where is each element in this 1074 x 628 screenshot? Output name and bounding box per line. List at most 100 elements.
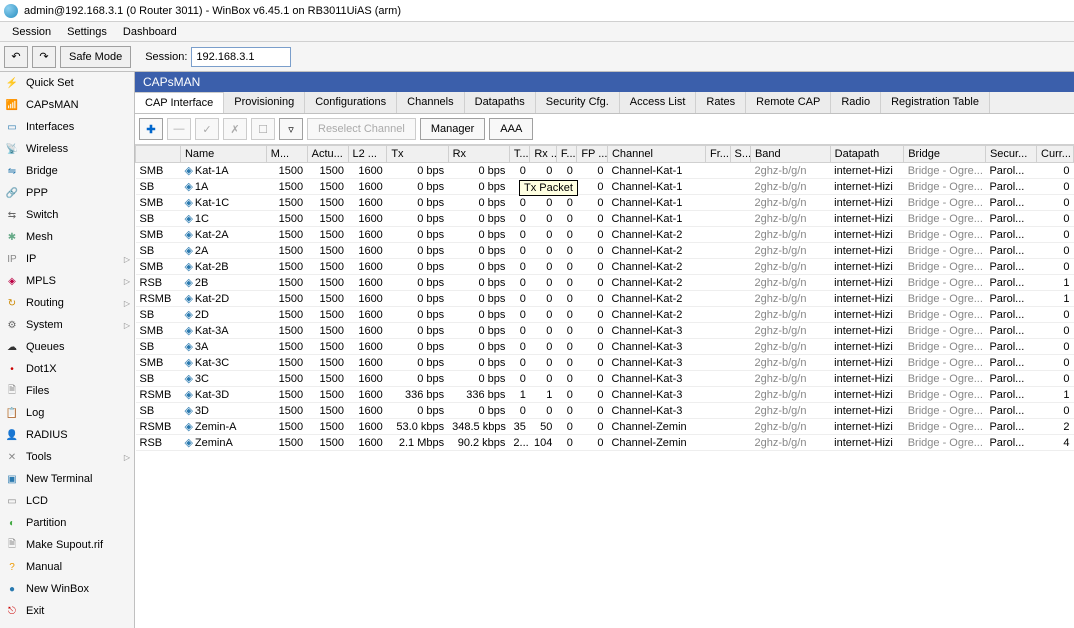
sidebar-item-label: IP — [26, 253, 36, 265]
menu-dashboard[interactable]: Dashboard — [115, 26, 185, 38]
sidebar-item-files[interactable]: 🗎Files — [0, 380, 134, 402]
enable-button[interactable]: ✓ — [195, 118, 219, 140]
sidebar-item-lcd[interactable]: ▭LCD — [0, 490, 134, 512]
table-row[interactable]: SB◈2A1500150016000 bps0 bps0000Channel-K… — [136, 243, 1074, 259]
table-row[interactable]: SMB◈Kat-2B1500150016000 bps0 bps0000Chan… — [136, 259, 1074, 275]
sidebar-icon: ▭ — [4, 119, 20, 135]
column-header[interactable]: FP ... — [577, 146, 608, 163]
table-row[interactable]: SB◈3C1500150016000 bps0 bps0000Channel-K… — [136, 371, 1074, 387]
filter-button[interactable]: ▿ — [279, 118, 303, 140]
table-row[interactable]: SMB◈Kat-1A1500150016000 bps0 bps0000Chan… — [136, 163, 1074, 179]
sidebar-item-bridge[interactable]: ⇋Bridge — [0, 160, 134, 182]
column-header[interactable]: Name — [180, 146, 266, 163]
tab-rates[interactable]: Rates — [696, 92, 746, 113]
disable-button[interactable]: ✗ — [223, 118, 247, 140]
table-row[interactable]: SMB◈Kat-3A1500150016000 bps0 bps0000Chan… — [136, 323, 1074, 339]
column-header[interactable]: Rx — [448, 146, 509, 163]
table-row[interactable]: RSMB◈Kat-3D150015001600336 bps336 bps110… — [136, 387, 1074, 403]
sidebar-item-mesh[interactable]: ✱Mesh — [0, 226, 134, 248]
sidebar-item-new-terminal[interactable]: ▣New Terminal — [0, 468, 134, 490]
column-header[interactable]: Rx ... — [530, 146, 557, 163]
session-input[interactable] — [191, 47, 291, 67]
table-row[interactable]: SB◈2D1500150016000 bps0 bps0000Channel-K… — [136, 307, 1074, 323]
table-row[interactable]: SMB◈Kat-2A1500150016000 bps0 bps0000Chan… — [136, 227, 1074, 243]
tab-cap-interface[interactable]: CAP Interface — [135, 92, 224, 113]
redo-button[interactable]: ↷ — [32, 46, 56, 68]
add-button[interactable]: ✚ — [139, 118, 163, 140]
sidebar-item-partition[interactable]: ◐Partition — [0, 512, 134, 534]
table-row[interactable]: SMB◈Kat-3C1500150016000 bps0 bps0000Chan… — [136, 355, 1074, 371]
tab-datapaths[interactable]: Datapaths — [465, 92, 536, 113]
table-row[interactable]: SB◈1A1500150016000 bps0 bps00Channel-Kat… — [136, 179, 1074, 195]
safemode-button[interactable]: Safe Mode — [60, 46, 131, 68]
sidebar-item-manual[interactable]: ?Manual — [0, 556, 134, 578]
sidebar-item-make-supout-rif[interactable]: 🗎Make Supout.rif — [0, 534, 134, 556]
column-header[interactable]: Tx — [387, 146, 448, 163]
sidebar-item-system[interactable]: ⚙System▷ — [0, 314, 134, 336]
table-row[interactable]: RSB◈2B1500150016000 bps0 bps0000Channel-… — [136, 275, 1074, 291]
tab-radio[interactable]: Radio — [831, 92, 881, 113]
column-header[interactable]: S... — [730, 146, 750, 163]
sidebar-item-routing[interactable]: ↻Routing▷ — [0, 292, 134, 314]
comment-button[interactable]: ☐ — [251, 118, 275, 140]
column-header[interactable]: Datapath — [830, 146, 904, 163]
menu-settings[interactable]: Settings — [59, 26, 115, 38]
interface-grid[interactable]: NameM...Actu...L2 ...TxRxT...Rx ...F...F… — [135, 145, 1074, 628]
sidebar-item-tools[interactable]: ✕Tools▷ — [0, 446, 134, 468]
table-row[interactable]: SB◈3D1500150016000 bps0 bps0000Channel-K… — [136, 403, 1074, 419]
column-header[interactable]: Actu... — [307, 146, 348, 163]
table-row[interactable]: SB◈3A1500150016000 bps0 bps0000Channel-K… — [136, 339, 1074, 355]
tab-channels[interactable]: Channels — [397, 92, 464, 113]
table-row[interactable]: SMB◈Kat-1C1500150016000 bps0 bps0000Chan… — [136, 195, 1074, 211]
sidebar-item-queues[interactable]: ☁Queues — [0, 336, 134, 358]
table-row[interactable]: RSMB◈Kat-2D1500150016000 bps0 bps0000Cha… — [136, 291, 1074, 307]
column-header[interactable]: Channel — [607, 146, 705, 163]
menu-session[interactable]: Session — [4, 26, 59, 38]
column-header[interactable]: F... — [556, 146, 576, 163]
table-row[interactable]: RSB◈ZeminA1500150016002.1 Mbps90.2 kbps2… — [136, 435, 1074, 451]
chevron-right-icon: ▷ — [124, 299, 130, 308]
sidebar-item-interfaces[interactable]: ▭Interfaces — [0, 116, 134, 138]
column-header[interactable]: Secur... — [985, 146, 1036, 163]
sidebar-icon: ▭ — [4, 493, 20, 509]
sidebar-item-exit[interactable]: ⎋Exit — [0, 600, 134, 622]
aaa-button[interactable]: AAA — [489, 118, 533, 140]
column-header[interactable]: T... — [509, 146, 529, 163]
sidebar-item-ip[interactable]: IPIP▷ — [0, 248, 134, 270]
sidebar-item-label: Mesh — [26, 231, 53, 243]
sidebar-item-mpls[interactable]: ◈MPLS▷ — [0, 270, 134, 292]
reselect-channel-button[interactable]: Reselect Channel — [307, 118, 416, 140]
column-header[interactable]: Fr... — [706, 146, 731, 163]
sidebar-item-label: Files — [26, 385, 49, 397]
tab-registration-table[interactable]: Registration Table — [881, 92, 990, 113]
column-header[interactable]: M... — [266, 146, 307, 163]
tab-security-cfg-[interactable]: Security Cfg. — [536, 92, 620, 113]
remove-button[interactable]: — — [167, 118, 191, 140]
manager-button[interactable]: Manager — [420, 118, 485, 140]
column-header[interactable]: L2 ... — [348, 146, 387, 163]
undo-button[interactable]: ↶ — [4, 46, 28, 68]
sidebar-item-switch[interactable]: ⇆Switch — [0, 204, 134, 226]
table-row[interactable]: SB◈1C1500150016000 bps0 bps0000Channel-K… — [136, 211, 1074, 227]
sidebar-item-log[interactable]: 📋Log — [0, 402, 134, 424]
sidebar-item-capsman[interactable]: 📶CAPsMAN — [0, 94, 134, 116]
sidebar-item-quick-set[interactable]: ⚡Quick Set — [0, 72, 134, 94]
sidebar-item-ppp[interactable]: 🔗PPP — [0, 182, 134, 204]
interface-icon: ◈ — [184, 244, 192, 257]
chevron-right-icon: ▷ — [124, 453, 130, 462]
column-header[interactable]: Bridge — [904, 146, 986, 163]
sidebar-item-new-winbox[interactable]: ●New WinBox — [0, 578, 134, 600]
sidebar-item-dot1x[interactable]: •Dot1X — [0, 358, 134, 380]
column-header[interactable]: Curr... — [1037, 146, 1074, 163]
tab-access-list[interactable]: Access List — [620, 92, 697, 113]
sidebar-icon: ↻ — [4, 295, 20, 311]
tab-configurations[interactable]: Configurations — [305, 92, 397, 113]
sidebar-item-wireless[interactable]: 📡Wireless — [0, 138, 134, 160]
tab-provisioning[interactable]: Provisioning — [224, 92, 305, 113]
column-header[interactable] — [136, 146, 181, 163]
tab-remote-cap[interactable]: Remote CAP — [746, 92, 831, 113]
column-header[interactable]: Band — [750, 146, 830, 163]
table-row[interactable]: RSMB◈Zemin-A15001500160053.0 kbps348.5 k… — [136, 419, 1074, 435]
chevron-right-icon: ▷ — [124, 255, 130, 264]
sidebar-item-radius[interactable]: 👤RADIUS — [0, 424, 134, 446]
